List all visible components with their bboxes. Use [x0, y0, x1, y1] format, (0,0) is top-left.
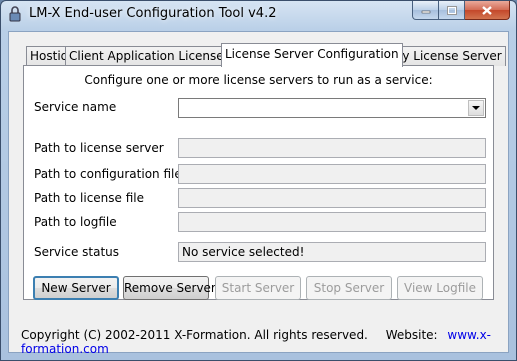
start-server-button[interactable]: Start Server	[215, 276, 301, 300]
panel-heading: Configure one or more license servers to…	[84, 73, 433, 87]
minimize-button[interactable]	[412, 1, 439, 20]
service-name-label: Service name	[34, 100, 117, 114]
footer: Copyright (C) 2002-2011 X-Formation. All…	[21, 328, 508, 356]
close-button[interactable]	[465, 1, 510, 20]
service-name-select[interactable]	[178, 98, 486, 118]
service-status-label: Service status	[34, 245, 120, 259]
website-label: Website:	[385, 328, 438, 342]
app-lock-icon	[9, 6, 21, 22]
remove-server-button[interactable]: Remove Server	[123, 276, 216, 300]
path-config-field	[178, 164, 486, 184]
chevron-down-icon	[472, 105, 480, 110]
minimize-icon	[421, 10, 430, 14]
maximize-button[interactable]	[439, 1, 465, 20]
copyright-text: Copyright (C) 2002-2011 X-Formation. All…	[21, 328, 368, 342]
app-window: LM-X End-user Configuration Tool v4.2 Ho…	[0, 0, 517, 361]
close-icon	[482, 5, 492, 15]
tab-strip: Hostid Client Application License Path L…	[23, 43, 506, 67]
window-title: LM-X End-user Configuration Tool v4.2	[29, 6, 277, 21]
service-status-field: No service selected!	[178, 242, 486, 262]
maximize-icon	[446, 5, 457, 15]
view-logfile-button[interactable]: View Logfile	[397, 276, 483, 300]
title-bar[interactable]: LM-X End-user Configuration Tool v4.2	[1, 1, 516, 27]
dropdown-arrow-button[interactable]	[468, 100, 484, 116]
tab-license-server-configuration[interactable]: License Server Configuration	[221, 43, 403, 67]
path-license-label: Path to license file	[34, 191, 145, 205]
path-license-field	[178, 188, 486, 208]
path-logfile-label: Path to logfile	[34, 215, 117, 229]
stop-server-button[interactable]: Stop Server	[306, 276, 392, 300]
path-logfile-field	[178, 212, 486, 232]
path-server-label: Path to license server	[34, 141, 164, 155]
new-server-button[interactable]: New Server	[33, 276, 119, 300]
license-server-panel: Configure one or more license servers to…	[23, 65, 494, 300]
path-server-field	[178, 138, 486, 158]
client-area: Hostid Client Application License Path L…	[8, 31, 509, 356]
path-config-label: Path to configuration file	[34, 167, 182, 181]
